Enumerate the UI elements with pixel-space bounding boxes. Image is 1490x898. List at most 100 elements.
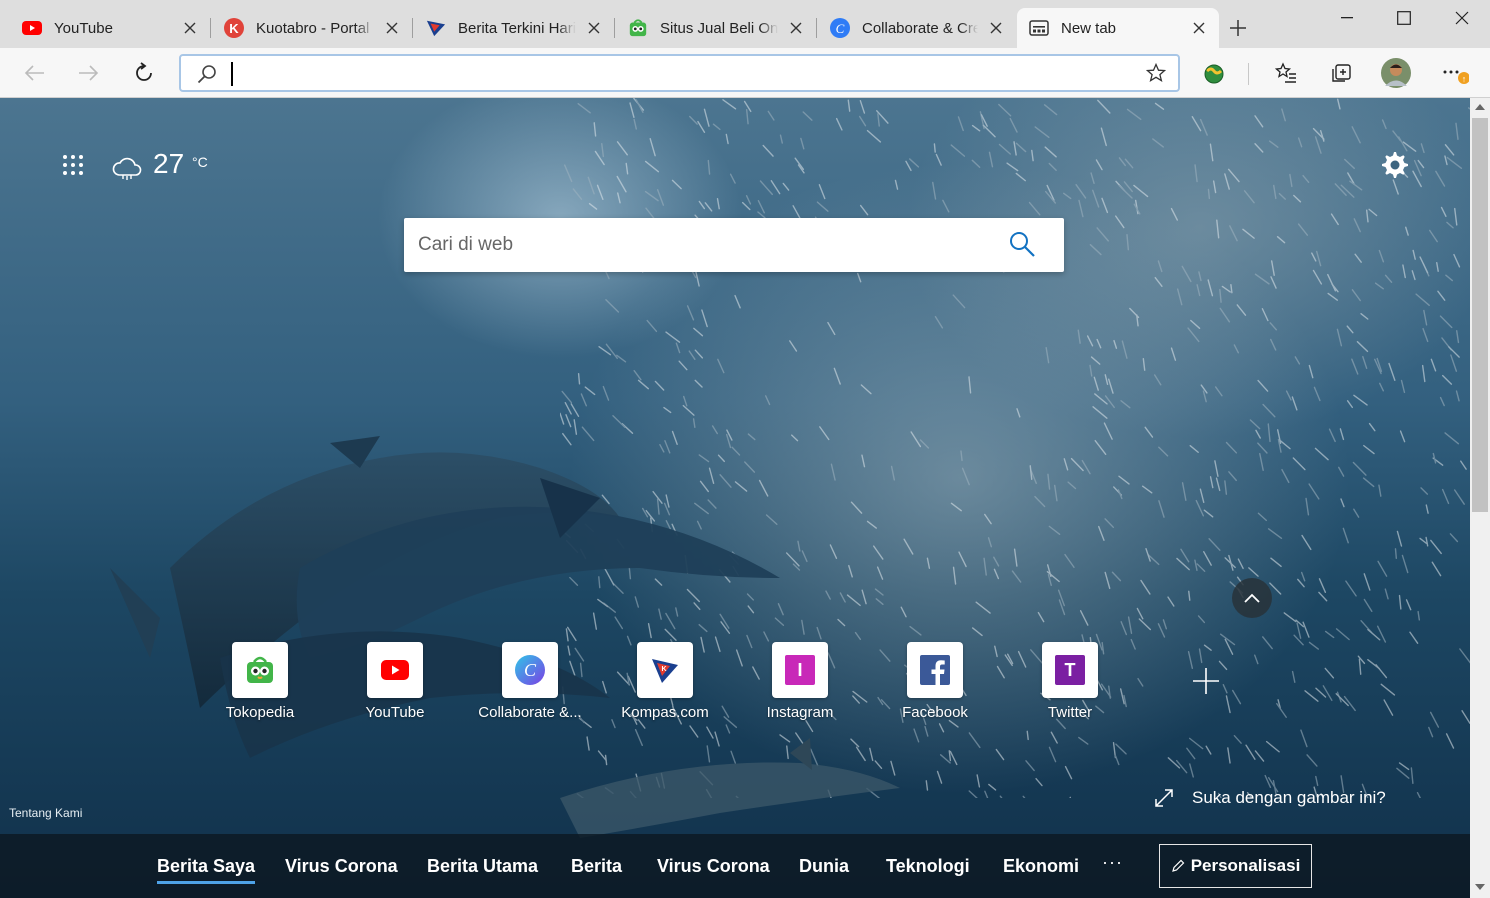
tab-new-tab[interactable]: New tab [1017,8,1219,48]
profile-button[interactable] [1380,57,1412,89]
close-icon[interactable] [584,18,604,38]
news-tab-teknologi[interactable]: Teknologi [886,856,970,877]
collections-button[interactable] [1325,57,1357,89]
quick-link-canva[interactable]: C Collaborate &... [470,642,590,721]
close-icon[interactable] [986,18,1006,38]
tokopedia-icon [628,18,648,38]
kuotabro-icon: K [224,18,244,38]
minimize-button[interactable] [1318,0,1375,36]
news-tab-berita-utama[interactable]: Berita Utama [427,856,538,877]
vertical-scrollbar[interactable] [1470,98,1490,898]
refresh-button[interactable] [128,57,160,89]
avatar [1381,58,1411,88]
weather-unit: °C [192,154,208,170]
newtab-page-icon [1029,18,1049,38]
svg-text:K: K [229,21,239,36]
quick-link-twitter[interactable]: T Twitter [1010,642,1130,721]
quick-link-label: Facebook [902,704,968,721]
quick-link-label: Kompas.com [621,704,709,721]
new-tab-button[interactable] [1226,16,1250,40]
tokopedia-icon [232,642,288,698]
favorites-button[interactable] [1270,57,1302,89]
news-navigation-bar: Berita Saya Virus Corona Berita Utama Be… [0,834,1470,898]
arrow-left-icon [24,65,44,81]
news-tab-dunia[interactable]: Dunia [799,856,849,877]
app-launcher-icon[interactable] [62,154,84,181]
forward-button[interactable] [73,57,105,89]
address-input[interactable] [231,62,1111,86]
quick-link-label: Instagram [766,704,834,721]
quick-link-label: YouTube [365,704,425,721]
tab-title: New tab [1061,19,1117,37]
svg-text:K: K [661,666,666,673]
like-image-label: Suka dengan gambar ini? [1192,788,1386,807]
chevron-up-icon [1244,593,1260,603]
twitter-letter-icon: T [1042,642,1098,698]
scroll-down-arrow-icon[interactable] [1475,884,1485,890]
personalize-button[interactable]: Personalisasi [1159,844,1312,888]
close-icon[interactable] [786,18,806,38]
weather-temperature[interactable]: 27 [153,148,184,180]
scroll-up-button[interactable] [1232,578,1272,618]
plus-icon [1193,668,1219,694]
toolbar-divider [1248,63,1249,85]
cloud-rain-icon[interactable] [111,157,143,186]
news-tab-virus-corona-2[interactable]: Virus Corona [657,856,770,877]
tab-title: Berita Terkini Hari [458,19,576,37]
tab-youtube[interactable]: YouTube [0,8,211,48]
svg-text:↑: ↑ [1462,74,1467,84]
quick-link-tokopedia[interactable]: Tokopedia [200,642,320,721]
news-tab-ekonomi[interactable]: Ekonomi [1003,856,1079,877]
scrollbar-thumb[interactable] [1472,118,1488,512]
expand-icon [1155,789,1173,807]
tab-kuotabro[interactable]: K Kuotabro - Portal [210,8,413,48]
favorites-list-icon [1275,62,1296,83]
back-button[interactable] [18,57,50,89]
quick-link-kompas[interactable]: K Kompas.com [605,642,725,721]
canva-icon: C [830,18,850,38]
web-search-box[interactable] [404,218,1064,272]
add-quick-link-button[interactable] [1190,665,1222,702]
quick-link-facebook[interactable]: Facebook [875,642,995,721]
news-tab-berita-saya[interactable]: Berita Saya [157,856,256,884]
tab-kompas[interactable]: Berita Terkini Hari [412,8,615,48]
close-icon[interactable] [382,18,402,38]
favorite-star-icon[interactable] [1145,62,1167,88]
canva-icon: C [502,642,558,698]
quick-link-instagram[interactable]: I Instagram [740,642,860,721]
settings-more-button[interactable]: ↑ [1438,57,1470,89]
newtab-page: 27 °C Tokopedia YouTube C [0,98,1470,898]
tab-tokopedia[interactable]: Situs Jual Beli Onl [614,8,817,48]
collections-icon [1332,64,1351,82]
news-tab-berita[interactable]: Berita [571,856,622,877]
more-news-button[interactable]: ··· [1102,852,1123,873]
about-link[interactable]: Tentang Kami [9,806,82,820]
refresh-icon [136,62,152,81]
search-input[interactable] [418,231,978,259]
more-icon: ↑ [1443,70,1469,84]
extension-button[interactable] [1198,57,1230,89]
maximize-button[interactable] [1375,0,1432,36]
maximize-icon [1396,11,1411,25]
kompas-icon: K [637,642,693,698]
address-bar[interactable] [179,54,1180,92]
close-icon[interactable] [1189,18,1209,38]
quick-link-label: Twitter [1047,704,1093,721]
quick-link-youtube[interactable]: YouTube [335,642,455,721]
kompas-icon [426,18,446,38]
search-icon [197,64,217,89]
tab-strip: YouTube K Kuotabro - Portal Berita Terki… [0,0,1490,48]
tab-title: Situs Jual Beli Onl [660,19,778,37]
window-close-button[interactable] [1433,0,1490,36]
tab-canva[interactable]: C Collaborate & Cre [816,8,1016,48]
search-icon[interactable] [1008,230,1036,263]
scroll-up-arrow-icon[interactable] [1475,104,1485,110]
quick-link-label: Tokopedia [225,704,295,721]
svg-text:C: C [836,21,845,36]
facebook-icon [907,642,963,698]
like-image-button[interactable]: Suka dengan gambar ini? [1154,788,1386,808]
gear-icon[interactable] [1380,150,1410,185]
close-icon [1455,11,1468,25]
news-tab-virus-corona[interactable]: Virus Corona [285,856,398,877]
close-icon[interactable] [180,18,200,38]
